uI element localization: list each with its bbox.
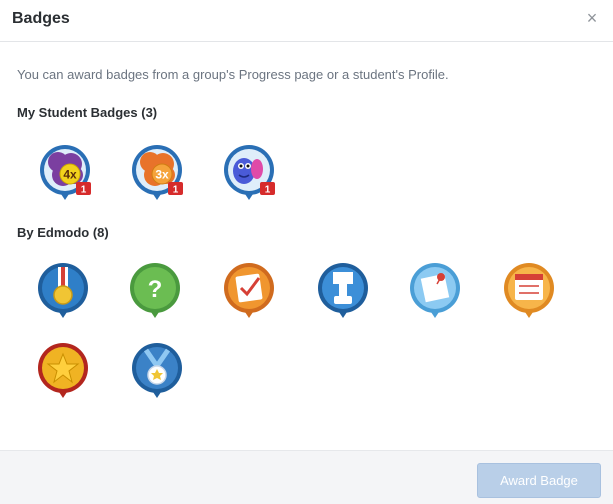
award-badge-button[interactable]: Award Badge [477,463,601,498]
dialog-title: Badges [12,10,70,27]
medal-badge-icon [38,263,88,318]
raised-hand-badge-icon [318,263,368,318]
blue-monster-badge-icon: 1 [224,145,275,200]
edmodo-badge-1[interactable] [34,260,92,318]
student-badge-3[interactable]: 1 [220,142,278,200]
edmodo-badges-heading: By Edmodo (8) [17,225,109,240]
student-badge-2[interactable]: 3x 1 [128,142,186,200]
info-text: You can award badges from a group's Prog… [17,67,449,82]
pinned-note-badge-icon [410,263,460,318]
student-badges-heading: My Student Badges (3) [17,105,158,120]
svg-text:4x: 4x [63,168,77,182]
question-badge-icon: ? [130,263,180,318]
gold-star-badge-icon [38,343,88,398]
edmodo-badge-7[interactable] [34,340,92,398]
svg-text:1: 1 [173,185,179,196]
svg-text:1: 1 [81,185,87,196]
checklist-badge-icon [224,263,274,318]
badges-dialog: Badges × You can award badges from a gro… [0,0,613,504]
close-icon[interactable]: × [583,9,601,27]
purple-4x-badge-icon: 4x 1 [40,145,91,200]
orange-3x-badge-icon: 3x 1 [132,145,183,200]
calendar-badge-icon [504,263,554,318]
edmodo-badge-6[interactable] [500,260,558,318]
dialog-header: Badges × [0,0,613,42]
svg-text:?: ? [148,276,163,303]
student-badge-1[interactable]: 4x 1 [36,142,94,200]
svg-text:3x: 3x [155,168,169,182]
edmodo-badge-2[interactable]: ? [126,260,184,318]
dialog-footer: Award Badge [0,450,613,504]
edmodo-badge-5[interactable] [406,260,464,318]
svg-text:1: 1 [265,185,271,196]
edmodo-badge-4[interactable] [314,260,372,318]
edmodo-badge-3[interactable] [220,260,278,318]
star-medal-badge-icon [132,343,182,398]
edmodo-badge-8[interactable] [128,340,186,398]
